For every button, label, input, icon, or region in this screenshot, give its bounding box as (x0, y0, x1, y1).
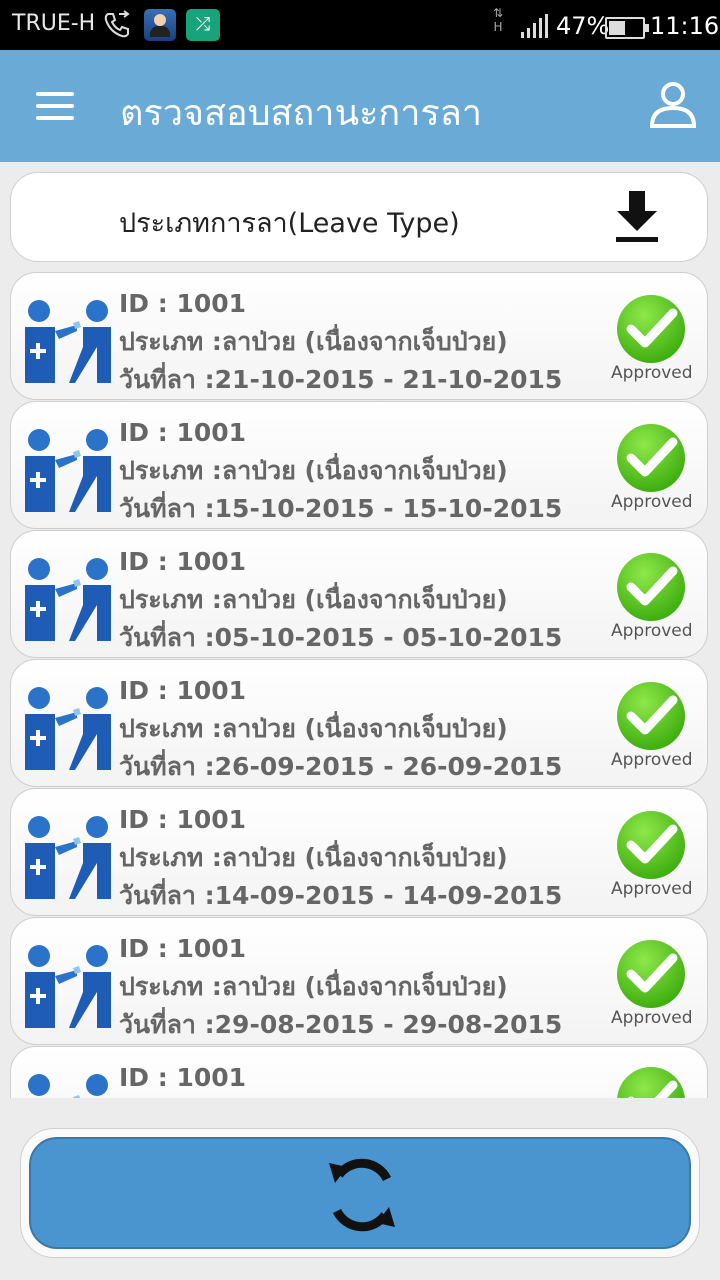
status-badge: Approved (611, 293, 693, 383)
shuffle-app-icon: ⤮ (186, 9, 220, 41)
app-bar: ตรวจสอบสถานะการลา (0, 50, 720, 162)
leave-list[interactable]: ID : 1001 ประเภท :ลาป่วย (เนื่องจากเจ็บป… (0, 272, 720, 1098)
leave-type: ประเภท :ลาป่วย (เนื่องจากเจ็บป่วย) (119, 843, 508, 872)
leave-type: ประเภท :ลาป่วย (เนื่องจากเจ็บป่วย) (119, 585, 508, 614)
signal-icon (521, 14, 548, 38)
leave-card[interactable]: ID : 1001 ประเภท :ลาป่วย (เนื่องจากเจ็บป… (10, 401, 708, 529)
leave-type-label: ประเภทการลา(Leave Type) (119, 208, 460, 239)
leave-type: ประเภท :ลาป่วย (เนื่องจากเจ็บป่วย) (119, 327, 508, 356)
refresh-container (20, 1128, 700, 1258)
leave-details: ID : 1001 ประเภท :ลาป่วย (เนื่องจากเจ็บป… (119, 414, 562, 528)
phone-call-icon (104, 10, 130, 38)
leave-date: วันที่ลา :15-10-2015 - 15-10-2015 (119, 494, 563, 523)
leave-card[interactable]: ID : 1001 ประเภท :ลาป่วย (เนื่องจากเจ็บป… (10, 530, 708, 658)
network-type-icon: ⇅ H (492, 6, 504, 34)
leave-id: ID : 1001 (119, 1063, 247, 1092)
leave-card[interactable]: ID : 1001 ประเภท :ลาป่วย (เนื่องจากเจ็บป… (10, 659, 708, 787)
leave-date: วันที่ลา :05-10-2015 - 05-10-2015 (119, 623, 563, 652)
download-icon[interactable] (614, 191, 660, 245)
leave-id: ID : 1001 (119, 547, 247, 576)
leave-id: ID : 1001 (119, 934, 247, 963)
page-title: ตรวจสอบสถานะการลา (120, 93, 483, 134)
leave-card[interactable]: ID : 1001 ประเภท :ลาป่วย (เนื่องจากเจ็บป… (10, 917, 708, 1045)
user-profile-icon[interactable] (648, 80, 698, 130)
approved-check-icon (617, 295, 685, 363)
sick-leave-doctor-icon (25, 558, 111, 641)
status-label: Approved (611, 363, 693, 383)
sick-leave-doctor-icon (25, 300, 111, 383)
leave-details: ID : 1001 ประเภท :ลาป่วย (เนื่องจากเจ็บป… (119, 801, 562, 915)
sick-leave-doctor-icon (25, 816, 111, 899)
leave-id: ID : 1001 (119, 289, 247, 318)
approved-check-icon (617, 811, 685, 879)
leave-id: ID : 1001 (119, 805, 247, 834)
leave-card[interactable]: ID : 1001 ประเภท :ลาป่วย (เนื่องจากเจ็บป… (10, 272, 708, 400)
leave-type: ประเภท :ลาป่วย (เนื่องจากเจ็บป่วย) (119, 456, 508, 485)
status-label: Approved (611, 621, 693, 641)
leave-id: ID : 1001 (119, 676, 247, 705)
sick-leave-doctor-icon (25, 429, 111, 512)
status-label: Approved (611, 750, 693, 770)
approved-check-icon (617, 940, 685, 1008)
approved-check-icon (617, 1067, 685, 1098)
leave-card[interactable]: ID : 1001 ประเภท :ลาป่วย (เนื่องจากเจ็บป… (10, 788, 708, 916)
leave-details: ID : 1001 (119, 1059, 246, 1097)
status-badge: Approved (611, 422, 693, 512)
approved-check-icon (617, 553, 685, 621)
status-bar: TRUE-H ⤮ ⇅ H 47% 11:16 (0, 0, 720, 50)
status-label: Approved (611, 1008, 693, 1028)
sick-leave-doctor-icon (25, 945, 111, 1028)
hamburger-menu-icon[interactable] (36, 92, 76, 122)
status-badge: Approved (611, 551, 693, 641)
refresh-button[interactable] (29, 1137, 691, 1249)
leave-details: ID : 1001 ประเภท :ลาป่วย (เนื่องจากเจ็บป… (119, 285, 562, 399)
status-badge (611, 1065, 691, 1098)
leave-date: วันที่ลา :26-09-2015 - 26-09-2015 (119, 752, 563, 781)
leave-id: ID : 1001 (119, 418, 247, 447)
leave-date: วันที่ลา :14-09-2015 - 14-09-2015 (119, 881, 563, 910)
sick-leave-doctor-icon (25, 687, 111, 770)
leave-details: ID : 1001 ประเภท :ลาป่วย (เนื่องจากเจ็บป… (119, 672, 562, 786)
clock: 11:16 (650, 12, 720, 40)
status-label: Approved (611, 492, 693, 512)
approved-check-icon (617, 682, 685, 750)
contact-app-icon (144, 9, 176, 41)
status-badge: Approved (611, 938, 693, 1028)
sick-leave-doctor-icon (28, 1074, 108, 1098)
leave-date: วันที่ลา :29-08-2015 - 29-08-2015 (119, 1010, 563, 1039)
leave-details: ID : 1001 ประเภท :ลาป่วย (เนื่องจากเจ็บป… (119, 930, 562, 1044)
battery-percent: 47% (556, 12, 610, 40)
leave-type: ประเภท :ลาป่วย (เนื่องจากเจ็บป่วย) (119, 972, 508, 1001)
status-badge: Approved (611, 809, 693, 899)
leave-details: ID : 1001 ประเภท :ลาป่วย (เนื่องจากเจ็บป… (119, 543, 562, 657)
refresh-icon (329, 1158, 395, 1232)
status-badge: Approved (611, 680, 693, 770)
status-label: Approved (611, 879, 693, 899)
leave-type: ประเภท :ลาป่วย (เนื่องจากเจ็บป่วย) (119, 714, 508, 743)
carrier-label: TRUE-H (12, 11, 96, 36)
approved-check-icon (617, 424, 685, 492)
battery-icon (605, 17, 649, 39)
leave-card[interactable]: ID : 1001 (10, 1046, 708, 1098)
leave-type-selector[interactable]: ประเภทการลา(Leave Type) (10, 172, 708, 262)
leave-date: วันที่ลา :21-10-2015 - 21-10-2015 (119, 365, 563, 394)
